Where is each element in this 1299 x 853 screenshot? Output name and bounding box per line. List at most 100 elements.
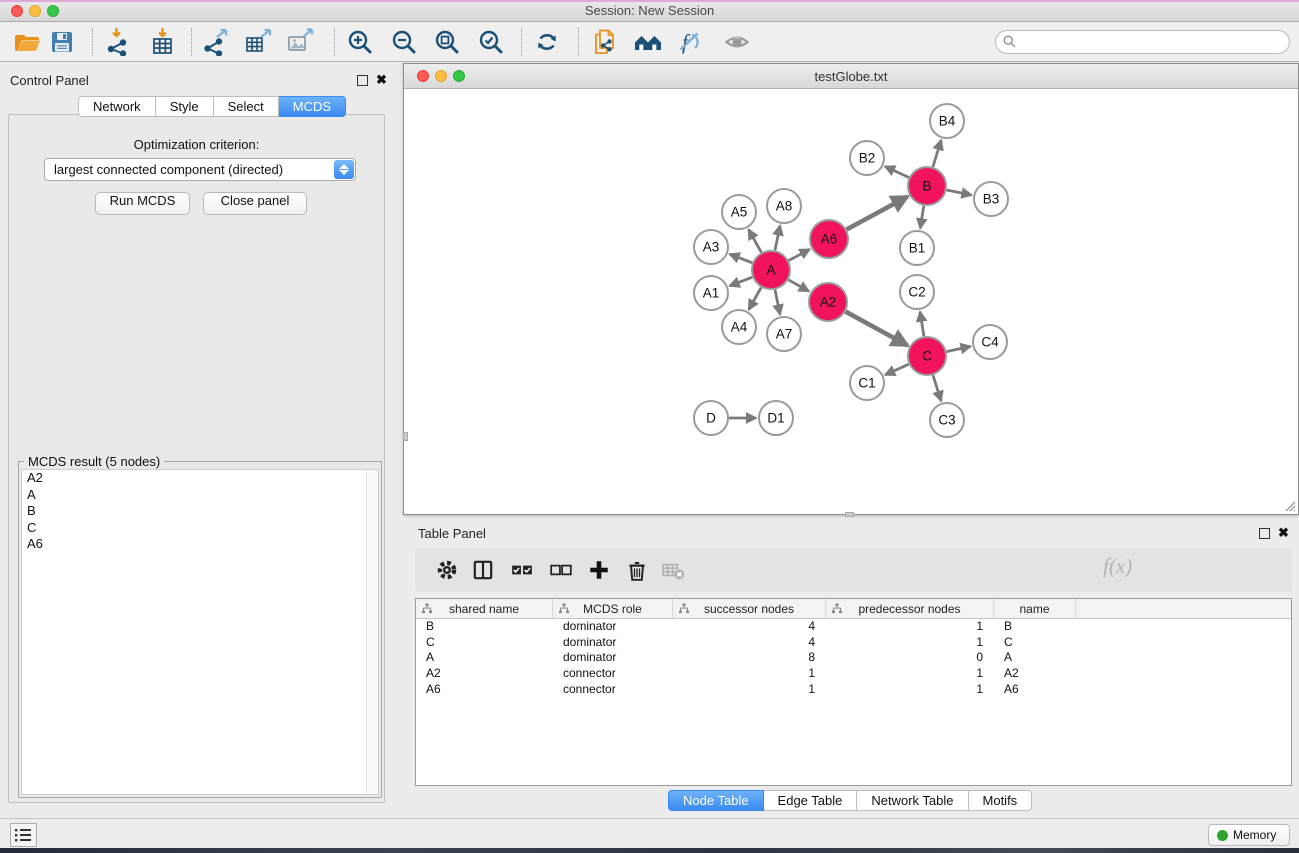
cell-name[interactable]: A <box>994 650 1076 666</box>
cell-predecessor_nodes[interactable]: 0 <box>826 650 994 666</box>
graph-node-A[interactable]: A <box>752 251 790 289</box>
float-table-panel-icon[interactable] <box>1259 528 1270 539</box>
cell-successor_nodes[interactable]: 4 <box>673 635 826 651</box>
graph-node-A2[interactable]: A2 <box>809 283 847 321</box>
graph-edge-A-A6[interactable] <box>789 249 810 260</box>
cell-mcds_role[interactable]: connector <box>553 666 673 682</box>
mcds-result-list[interactable]: A2ABCA6 <box>21 469 379 795</box>
cell-predecessor_nodes[interactable]: 1 <box>826 619 994 635</box>
cell-name[interactable]: A2 <box>994 666 1076 682</box>
scrollbar-track[interactable] <box>366 470 378 794</box>
cell-shared_name[interactable]: B <box>416 619 553 635</box>
cell-predecessor_nodes[interactable]: 1 <box>826 666 994 682</box>
cell-successor_nodes[interactable]: 8 <box>673 650 826 666</box>
cell-mcds_role[interactable]: dominator <box>553 635 673 651</box>
cell-shared_name[interactable]: A2 <box>416 666 553 682</box>
cell-successor_nodes[interactable]: 4 <box>673 619 826 635</box>
refresh-icon[interactable] <box>533 28 561 56</box>
network-canvas[interactable]: AA1A3A5A8A4A7A6A2BB1B2B3B4CC1C2C3C4DD1 <box>404 89 1298 514</box>
graph-node-B[interactable]: B <box>908 167 946 205</box>
tab-network[interactable]: Network <box>78 96 156 117</box>
zoom-out-icon[interactable] <box>390 28 418 56</box>
graph-node-A3[interactable]: A3 <box>694 230 728 264</box>
table-row[interactable]: Cdominator41C <box>416 635 1291 651</box>
save-session-icon[interactable] <box>48 28 76 56</box>
import-network-icon[interactable] <box>104 28 132 56</box>
graph-edge-B-B3[interactable] <box>947 190 972 195</box>
graph-edge-B-B1[interactable] <box>920 206 924 229</box>
task-history-button[interactable] <box>10 823 37 847</box>
resize-grip-icon[interactable] <box>1282 498 1296 512</box>
export-network-icon[interactable] <box>201 28 229 56</box>
graph-edge-A2-C[interactable] <box>846 312 908 346</box>
graph-edge-A-A7[interactable] <box>775 290 780 315</box>
cell-name[interactable]: B <box>994 619 1076 635</box>
columns-icon[interactable] <box>471 558 495 582</box>
deselect-all-icon[interactable] <box>549 558 573 582</box>
export-image-icon[interactable] <box>286 28 314 56</box>
run-mcds-button[interactable]: Run MCDS <box>95 192 190 215</box>
cell-predecessor_nodes[interactable]: 1 <box>826 682 994 698</box>
import-table-icon[interactable] <box>149 28 177 56</box>
graph-node-C3[interactable]: C3 <box>930 403 964 437</box>
cell-successor_nodes[interactable]: 1 <box>673 682 826 698</box>
column-header-MCDS-role[interactable]: MCDS role <box>553 599 673 619</box>
graph-node-D1[interactable]: D1 <box>759 401 793 435</box>
graph-node-C4[interactable]: C4 <box>973 325 1007 359</box>
mcds-result-item[interactable]: A2 <box>22 470 378 487</box>
graph-edge-A-A5[interactable] <box>749 230 762 253</box>
show-hide-icon[interactable] <box>723 28 751 56</box>
graph-node-D[interactable]: D <box>694 401 728 435</box>
column-header-shared-name[interactable]: shared name <box>416 599 553 619</box>
zoom-in-icon[interactable] <box>346 28 374 56</box>
graph-edge-A-A3[interactable] <box>730 254 753 263</box>
splitter-handle-left[interactable] <box>403 432 408 441</box>
float-panel-icon[interactable] <box>357 75 368 86</box>
mcds-result-item[interactable]: A <box>22 487 378 504</box>
close-panel-button[interactable]: Close panel <box>203 192 307 215</box>
graph-edge-C-C3[interactable] <box>933 375 941 401</box>
select-all-icon[interactable] <box>510 558 534 582</box>
open-session-icon[interactable] <box>13 28 41 56</box>
graph-edge-A-A4[interactable] <box>749 287 761 309</box>
graph-edge-C-C2[interactable] <box>920 312 924 336</box>
graph-edge-C-C4[interactable] <box>947 346 971 351</box>
graph-edge-A-A2[interactable] <box>788 280 808 291</box>
tab-mcds[interactable]: MCDS <box>279 96 346 117</box>
cell-predecessor_nodes[interactable]: 1 <box>826 635 994 651</box>
table-row[interactable]: A2connector11A2 <box>416 666 1291 682</box>
graph-node-B2[interactable]: B2 <box>850 141 884 175</box>
table-row[interactable]: Adominator80A <box>416 650 1291 666</box>
close-table-panel-icon[interactable]: ✖ <box>1278 525 1289 541</box>
cell-name[interactable]: A6 <box>994 682 1076 698</box>
export-table-icon[interactable] <box>244 28 272 56</box>
graph-node-A1[interactable]: A1 <box>694 276 728 310</box>
tab-select[interactable]: Select <box>214 96 279 117</box>
cell-mcds_role[interactable]: dominator <box>553 650 673 666</box>
column-header-predecessor-nodes[interactable]: predecessor nodes <box>826 599 994 619</box>
add-row-icon[interactable] <box>587 558 611 582</box>
cell-shared_name[interactable]: A <box>416 650 553 666</box>
column-header-name[interactable]: name <box>994 599 1076 619</box>
tab-edge-table[interactable]: Edge Table <box>764 790 858 811</box>
toggle-graphics-details-icon[interactable]: f <box>675 28 703 56</box>
cell-shared_name[interactable]: C <box>416 635 553 651</box>
graph-edge-C-C1[interactable] <box>885 364 909 375</box>
graph-edge-A-A8[interactable] <box>775 226 780 251</box>
graph-edge-A-A1[interactable] <box>730 277 753 286</box>
tab-style[interactable]: Style <box>156 96 214 117</box>
graph-node-C[interactable]: C <box>908 337 946 375</box>
graph-node-A5[interactable]: A5 <box>722 195 756 229</box>
graph-edge-B-B2[interactable] <box>885 166 909 177</box>
graph-node-B1[interactable]: B1 <box>900 231 934 265</box>
cell-mcds_role[interactable]: connector <box>553 682 673 698</box>
table-row[interactable]: A6connector11A6 <box>416 682 1291 698</box>
graph-node-C1[interactable]: C1 <box>850 366 884 400</box>
graph-node-B3[interactable]: B3 <box>974 182 1008 216</box>
cell-successor_nodes[interactable]: 1 <box>673 666 826 682</box>
graph-edge-B-B4[interactable] <box>933 140 941 167</box>
splitter-handle-bottom[interactable] <box>845 512 854 517</box>
graph-node-B4[interactable]: B4 <box>930 104 964 138</box>
search-input[interactable] <box>995 30 1290 54</box>
cell-shared_name[interactable]: A6 <box>416 682 553 698</box>
